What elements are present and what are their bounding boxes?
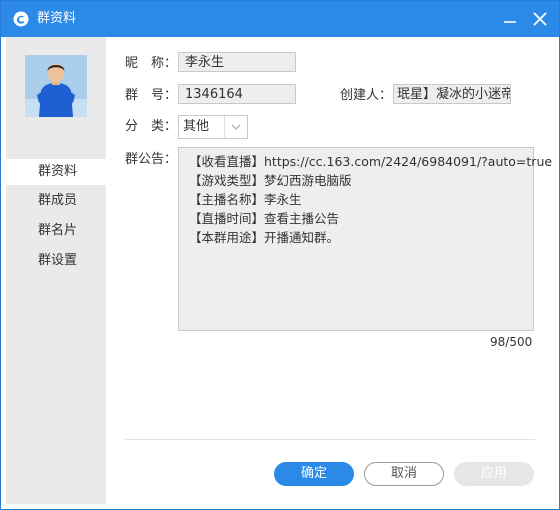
nickname-field[interactable]: 李永生 xyxy=(178,52,296,72)
notice-line: 【游戏类型】梦幻西游电脑版 xyxy=(189,173,352,188)
sidebar-item-group-card[interactable]: 群名片 xyxy=(6,218,106,244)
notice-line: 【本群用途】开播通知群。 xyxy=(189,230,340,245)
sidebar-item-group-info[interactable]: 群资料 xyxy=(6,159,106,185)
notice-label: 群公告： xyxy=(125,152,178,167)
category-select[interactable]: 其他 xyxy=(178,115,248,139)
title-bar[interactable]: 群资料 xyxy=(1,1,559,37)
notice-line: 【直播时间】查看主播公告 xyxy=(189,211,340,226)
group-id-label: 群 号： xyxy=(125,88,178,103)
apply-button[interactable]: 应用 xyxy=(454,462,534,486)
category-selected-value: 其他 xyxy=(183,119,210,134)
group-info-window: 群资料 群资料 群成员 群名片 群设置 昵 称： 李永生 群 号： 134616… xyxy=(0,0,560,510)
minimize-icon[interactable] xyxy=(501,10,519,28)
group-avatar[interactable] xyxy=(25,55,87,117)
sidebar-item-group-settings[interactable]: 群设置 xyxy=(6,248,106,274)
notice-char-counter: 98/500 xyxy=(490,335,533,349)
sidebar-item-group-members[interactable]: 群成员 xyxy=(6,188,106,214)
cancel-button[interactable]: 取消 xyxy=(364,462,444,486)
ok-button[interactable]: 确定 xyxy=(274,462,354,486)
group-notice-textarea[interactable]: 【收看直播】https://cc.163.com/2424/6984091/?a… xyxy=(178,147,553,331)
sidebar: 群资料 群成员 群名片 群设置 xyxy=(6,37,106,504)
group-id-field[interactable]: 1346164 xyxy=(178,84,296,104)
close-icon[interactable] xyxy=(531,10,549,28)
chevron-down-icon xyxy=(224,116,241,138)
creator-label: 创建人： xyxy=(340,88,393,103)
footer-divider xyxy=(125,439,535,440)
app-logo-icon xyxy=(13,11,29,27)
notice-line: 【主播名称】李永生 xyxy=(189,192,302,207)
avatar-image xyxy=(25,55,87,117)
category-label: 分 类： xyxy=(125,119,178,134)
notice-line: 【收看直播】https://cc.163.com/2424/6984091/?a… xyxy=(189,154,553,169)
creator-field[interactable]: 珉星】凝冰的小迷帝 xyxy=(393,84,511,104)
window-title: 群资料 xyxy=(37,11,77,26)
nickname-label: 昵 称： xyxy=(125,56,178,71)
